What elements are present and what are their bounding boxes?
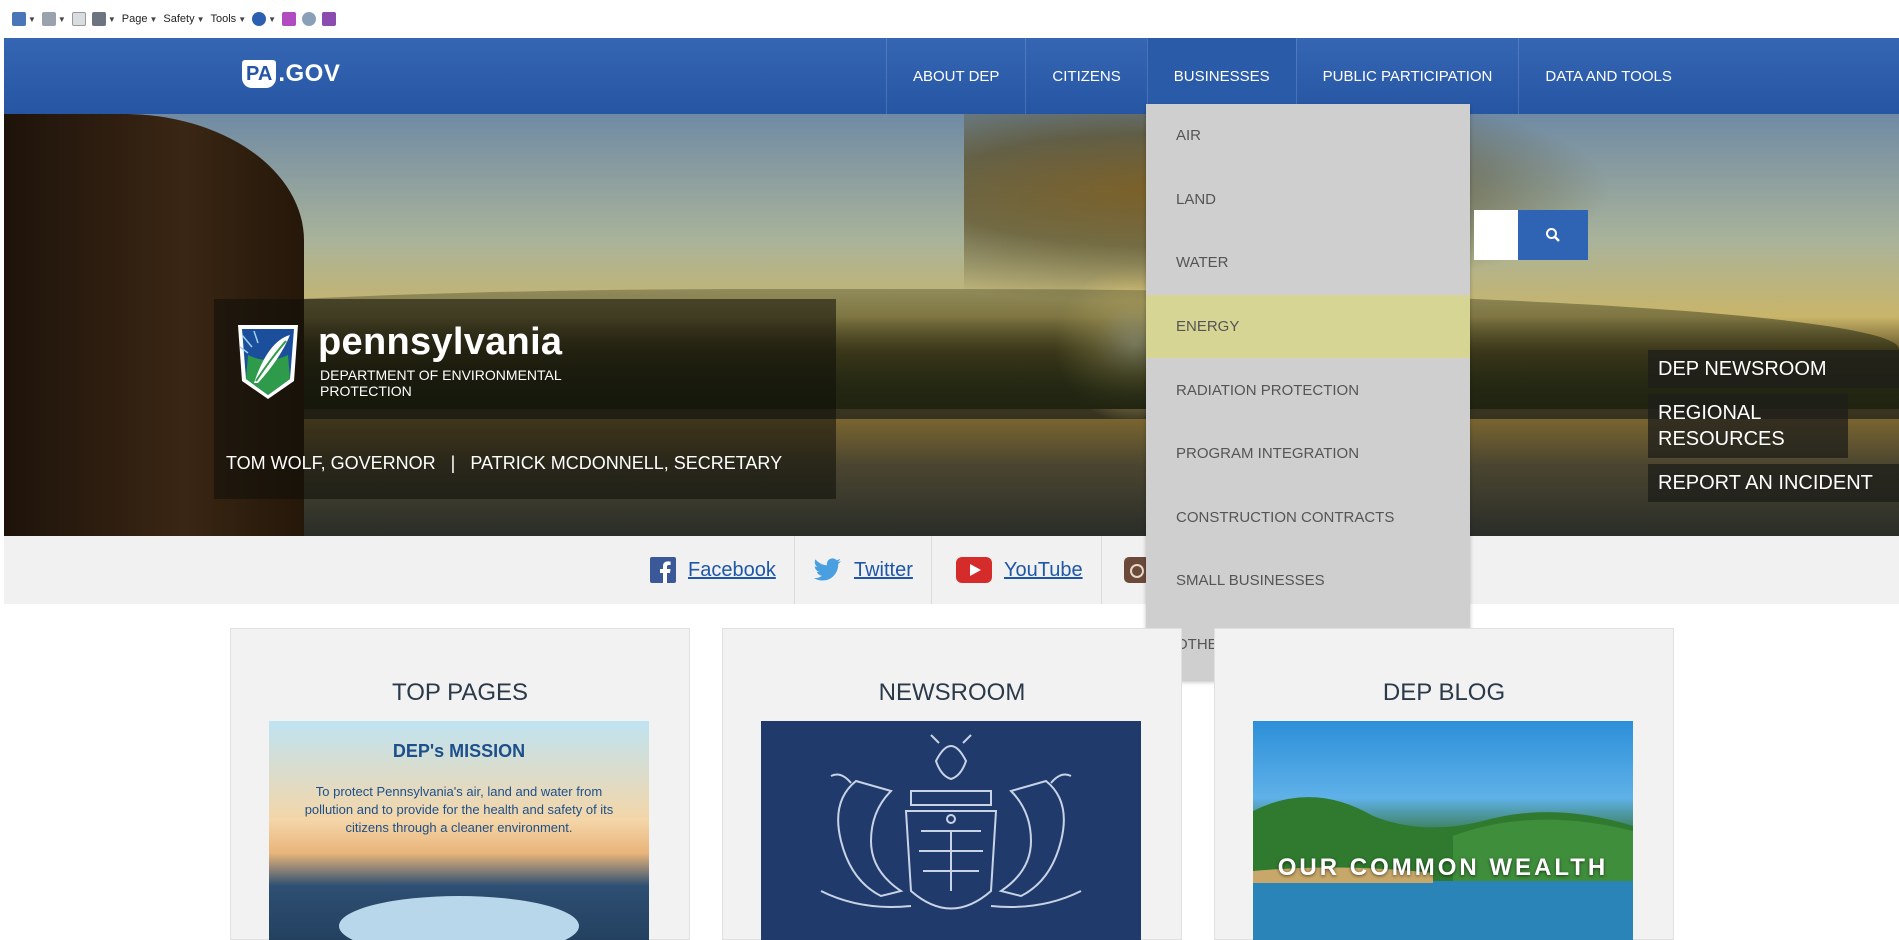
tools-menu[interactable]: Tools ▼ <box>211 13 247 25</box>
print-icon <box>91 12 106 26</box>
social-twitter[interactable]: Twitter <box>796 536 932 604</box>
quick-link-regional-resources[interactable]: REGIONAL RESOURCES <box>1648 394 1848 458</box>
pa-keystone-emblem-icon <box>238 325 298 399</box>
card-dep-blog: DEP BLOG OUR COMMON WEALTH <box>1214 628 1674 940</box>
hero-banner: pennsylvania DEPARTMENT OF ENVIRONMENTAL… <box>4 114 1899 536</box>
dropdown-item-construction-contracts[interactable]: CONSTRUCTION CONTRACTS <box>1146 486 1470 550</box>
home-icon <box>12 12 26 26</box>
dropdown-item-water[interactable]: WATER <box>1146 231 1470 295</box>
feeds-icon <box>41 12 56 26</box>
mission-title: DEP's MISSION <box>392 741 526 761</box>
facebook-link[interactable]: Facebook <box>688 559 776 582</box>
help-button[interactable]: ▼ <box>252 12 276 26</box>
social-facebook[interactable]: Facebook <box>632 536 795 604</box>
onenote-icon <box>322 12 337 26</box>
gear-icon <box>302 12 317 26</box>
businesses-dropdown-menu: AIR LAND WATER ENERGY RADIATION PROTECTI… <box>1146 104 1470 680</box>
search-input[interactable] <box>1474 210 1519 260</box>
mail-button[interactable] <box>71 12 86 26</box>
social-bar: Facebook Twitter YouTube <box>4 536 1899 604</box>
card-newsroom: NEWSROOM <box>722 628 1182 940</box>
settings-button[interactable] <box>302 12 317 26</box>
nav-businesses[interactable]: BUSINESSES <box>1146 38 1296 114</box>
card-title-top-pages: TOP PAGES <box>391 679 529 706</box>
twitter-icon <box>814 558 841 581</box>
logo-text: .GOV <box>278 60 341 87</box>
mission-text: To protect Pennsylvania's air, land and … <box>304 784 614 835</box>
brand-name: pennsylvania <box>318 321 563 363</box>
onenote-button[interactable] <box>322 12 337 26</box>
pa-gov-logo[interactable]: PA .GOV <box>242 60 340 88</box>
card-top-pages: TOP PAGES DEP's MISSION To protect Penns… <box>230 628 690 940</box>
top-navigation: PA .GOV ABOUT DEP CITIZENS BUSINESSES PU… <box>4 38 1899 114</box>
print-button[interactable]: ▼ <box>91 12 116 26</box>
twitter-link[interactable]: Twitter <box>854 559 913 582</box>
research-icon <box>282 12 297 26</box>
newsroom-image[interactable] <box>761 721 1141 940</box>
card-title-dep-blog: DEP BLOG <box>1382 679 1506 706</box>
officials-line: TOM WOLF, GOVERNOR | PATRICK MCDONNELL, … <box>226 453 783 473</box>
nav-about-dep[interactable]: ABOUT DEP <box>886 38 1025 114</box>
nav-citizens[interactable]: CITIZENS <box>1025 38 1146 114</box>
search-icon <box>1546 228 1560 242</box>
search-button[interactable] <box>1518 210 1588 260</box>
feeds-button[interactable]: ▼ <box>41 12 66 26</box>
quick-link-dep-newsroom[interactable]: DEP NEWSROOM <box>1648 350 1899 388</box>
mission-image[interactable]: DEP's MISSION To protect Pennsylvania's … <box>269 721 649 940</box>
card-title-newsroom: NEWSROOM <box>878 679 1026 706</box>
mission-river-graphic <box>339 896 579 940</box>
social-youtube[interactable]: YouTube <box>938 536 1102 604</box>
help-icon <box>252 12 267 26</box>
research-button[interactable] <box>282 12 297 26</box>
dropdown-item-small-businesses[interactable]: SMALL BUSINESSES <box>1146 549 1470 613</box>
page-menu[interactable]: Page ▼ <box>122 13 158 25</box>
pa-coat-of-arms-icon <box>820 734 1082 910</box>
browser-command-bar: ▼ ▼ ▼ Page ▼ Safety ▼ Tools ▼ ▼ <box>0 0 1899 38</box>
dropdown-item-land[interactable]: LAND <box>1146 168 1470 232</box>
dropdown-item-air[interactable]: AIR <box>1146 104 1470 168</box>
youtube-link[interactable]: YouTube <box>1004 559 1083 582</box>
dropdown-item-energy[interactable]: ENERGY <box>1146 294 1470 359</box>
youtube-icon <box>956 557 992 583</box>
dropdown-item-radiation-protection[interactable]: RADIATION PROTECTION <box>1146 358 1470 422</box>
facebook-icon <box>650 557 676 583</box>
nav-public-participation[interactable]: PUBLIC PARTICIPATION <box>1295 38 1519 114</box>
blog-image[interactable]: OUR COMMON WEALTH <box>1253 721 1633 940</box>
department-name: DEPARTMENT OF ENVIRONMENTAL PROTECTION <box>320 367 562 399</box>
home-button[interactable]: ▼ <box>12 12 36 26</box>
quick-link-report-incident[interactable]: REPORT AN INCIDENT <box>1648 464 1899 502</box>
dropdown-item-program-integration[interactable]: PROGRAM INTEGRATION <box>1146 422 1470 486</box>
main-nav: ABOUT DEP CITIZENS BUSINESSES PUBLIC PAR… <box>886 38 1698 114</box>
blog-image-text: OUR COMMON WEALTH <box>1277 854 1609 881</box>
dep-brand-box: pennsylvania DEPARTMENT OF ENVIRONMENTAL… <box>214 299 836 499</box>
blog-landscape-graphic <box>1253 797 1633 940</box>
mail-icon <box>71 12 86 26</box>
quick-links: DEP NEWSROOM REGIONAL RESOURCES REPORT A… <box>1648 350 1899 508</box>
nav-data-and-tools[interactable]: DATA AND TOOLS <box>1518 38 1697 114</box>
safety-menu[interactable]: Safety ▼ <box>163 13 204 25</box>
keystone-logo-mark: PA <box>242 60 277 88</box>
